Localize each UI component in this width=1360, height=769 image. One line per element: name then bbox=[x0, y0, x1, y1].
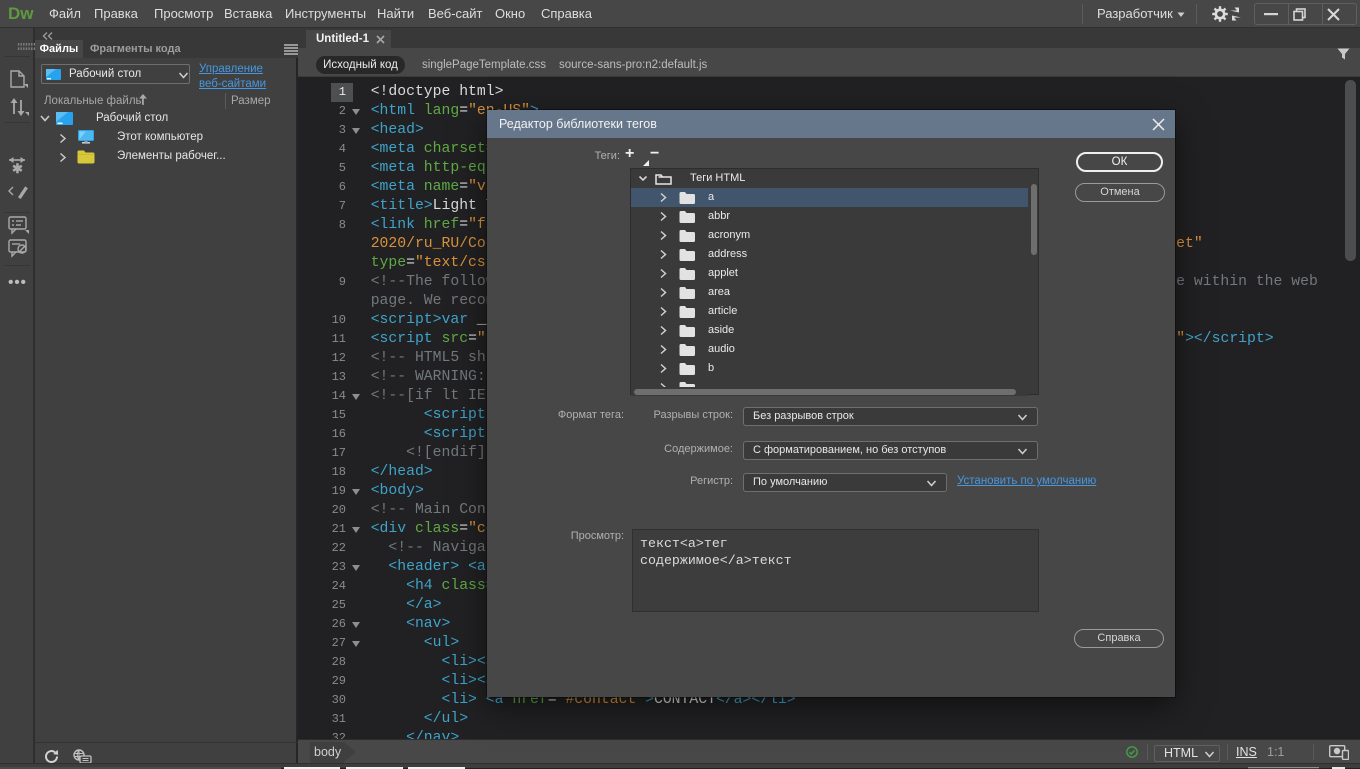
svg-text:✱: ✱ bbox=[12, 161, 23, 176]
